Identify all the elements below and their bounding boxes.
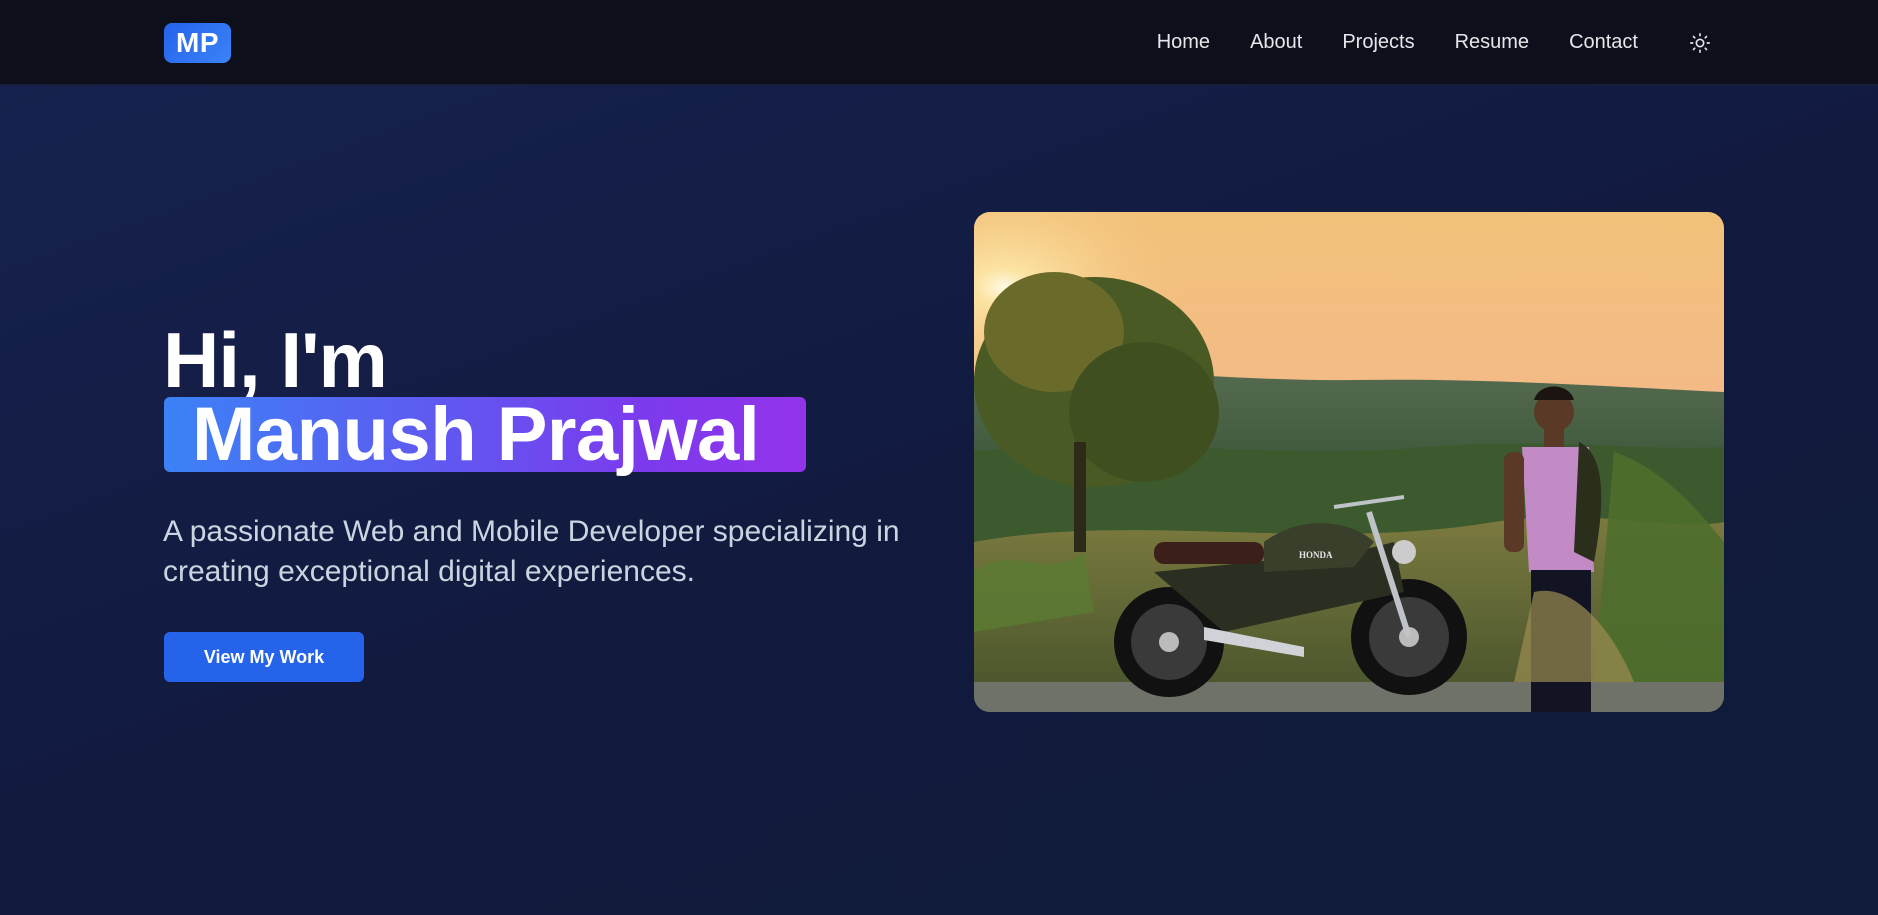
navbar: MP Home About Projects Resume Contact (0, 0, 1878, 85)
nav-link-home[interactable]: Home (1157, 31, 1210, 54)
hero-greeting: Hi, I'm (163, 316, 388, 404)
nav-link-projects[interactable]: Projects (1342, 31, 1414, 54)
theme-toggle-button[interactable] (1686, 29, 1714, 57)
nav-link-contact[interactable]: Contact (1569, 31, 1638, 54)
logo[interactable]: MP (164, 23, 231, 63)
nav-links: Home About Projects Resume Contact (1157, 0, 1638, 85)
hero-name: Manush Prajwal (192, 392, 760, 477)
hero-name-highlight: Manush Prajwal (164, 392, 806, 477)
sun-icon (1690, 33, 1710, 53)
nav-link-resume[interactable]: Resume (1455, 31, 1529, 54)
view-my-work-button[interactable]: View My Work (164, 632, 364, 682)
profile-photo: HONDA (974, 212, 1724, 712)
nav-link-about[interactable]: About (1250, 31, 1302, 54)
profile-photo-illustration: HONDA (974, 212, 1724, 712)
motorcycle-badge: HONDA (1299, 550, 1333, 560)
hero-description: A passionate Web and Mobile Developer sp… (163, 515, 900, 588)
